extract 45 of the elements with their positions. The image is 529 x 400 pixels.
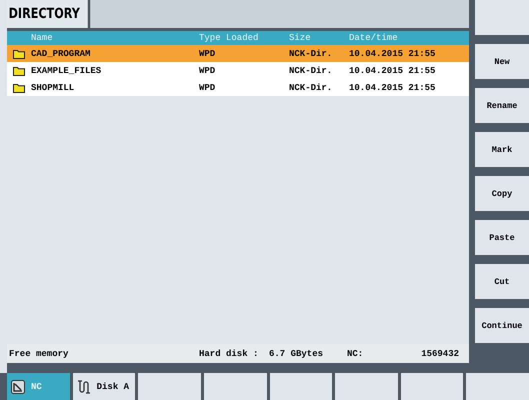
column-header: Name bbox=[31, 33, 54, 43]
column-header: Size bbox=[289, 33, 312, 43]
blank-softkey[interactable] bbox=[400, 373, 464, 400]
disk-label: Hard disk : bbox=[199, 348, 260, 358]
file-name: CAD_PROGRAM bbox=[31, 48, 92, 58]
file-type: WPD bbox=[199, 82, 216, 92]
softkey-button[interactable]: Copy bbox=[475, 176, 529, 211]
file-type: WPD bbox=[199, 66, 216, 76]
window-title: DIRECTORY bbox=[7, 0, 90, 28]
folder-icon bbox=[13, 48, 25, 58]
softkey-button[interactable]: Rename bbox=[475, 88, 529, 123]
folder-icon bbox=[13, 82, 25, 92]
nc-label: NC: bbox=[347, 348, 364, 358]
file-size: NCK-Dir. bbox=[289, 48, 334, 58]
file-row[interactable]: SHOPMILL WPD NCK-Dir. 10.04.2015 21:55 bbox=[7, 79, 469, 96]
file-row[interactable]: EXAMPLE_FILES WPD NCK-Dir. 10.04.2015 21:55 bbox=[7, 62, 469, 79]
column-header: Type Loaded bbox=[199, 33, 260, 43]
folder-icon bbox=[13, 66, 25, 76]
softkey-button[interactable]: New bbox=[475, 44, 529, 79]
file-date: 10.04.2015 21:55 bbox=[349, 66, 436, 76]
file-date: 10.04.2015 21:55 bbox=[349, 48, 436, 58]
blank-softkey[interactable] bbox=[138, 373, 201, 400]
disk-value: 6.7 GBytes bbox=[269, 348, 324, 358]
blank-softkey[interactable] bbox=[270, 373, 332, 400]
file-size: NCK-Dir. bbox=[289, 82, 334, 92]
file-name: EXAMPLE_FILES bbox=[31, 66, 102, 76]
file-date: 10.04.2015 21:55 bbox=[349, 82, 436, 92]
file-name: SHOPMILL bbox=[31, 82, 76, 92]
nc-value: 1569432 bbox=[420, 348, 459, 358]
status-label: Free memory bbox=[9, 348, 70, 358]
blank-softkey[interactable] bbox=[475, 0, 529, 35]
file-type: WPD bbox=[199, 48, 216, 58]
area-softkey[interactable]: Disk A bbox=[72, 373, 136, 400]
softkey-button[interactable]: Cut bbox=[475, 264, 529, 299]
cable-icon bbox=[76, 380, 91, 394]
machine-icon bbox=[11, 380, 25, 394]
softkey-button[interactable]: Paste bbox=[475, 220, 529, 255]
blank-softkey[interactable] bbox=[335, 373, 398, 400]
softkey-button[interactable]: Continue bbox=[475, 308, 529, 343]
softkey-button[interactable]: Mark bbox=[475, 132, 529, 167]
blank-softkey[interactable] bbox=[466, 373, 529, 400]
blank-softkey[interactable] bbox=[204, 373, 266, 400]
file-size: NCK-Dir. bbox=[289, 66, 334, 76]
column-header: Date/time bbox=[349, 33, 399, 43]
file-row[interactable]: CAD_PROGRAM WPD NCK-Dir. 10.04.2015 21:55 bbox=[7, 45, 469, 62]
